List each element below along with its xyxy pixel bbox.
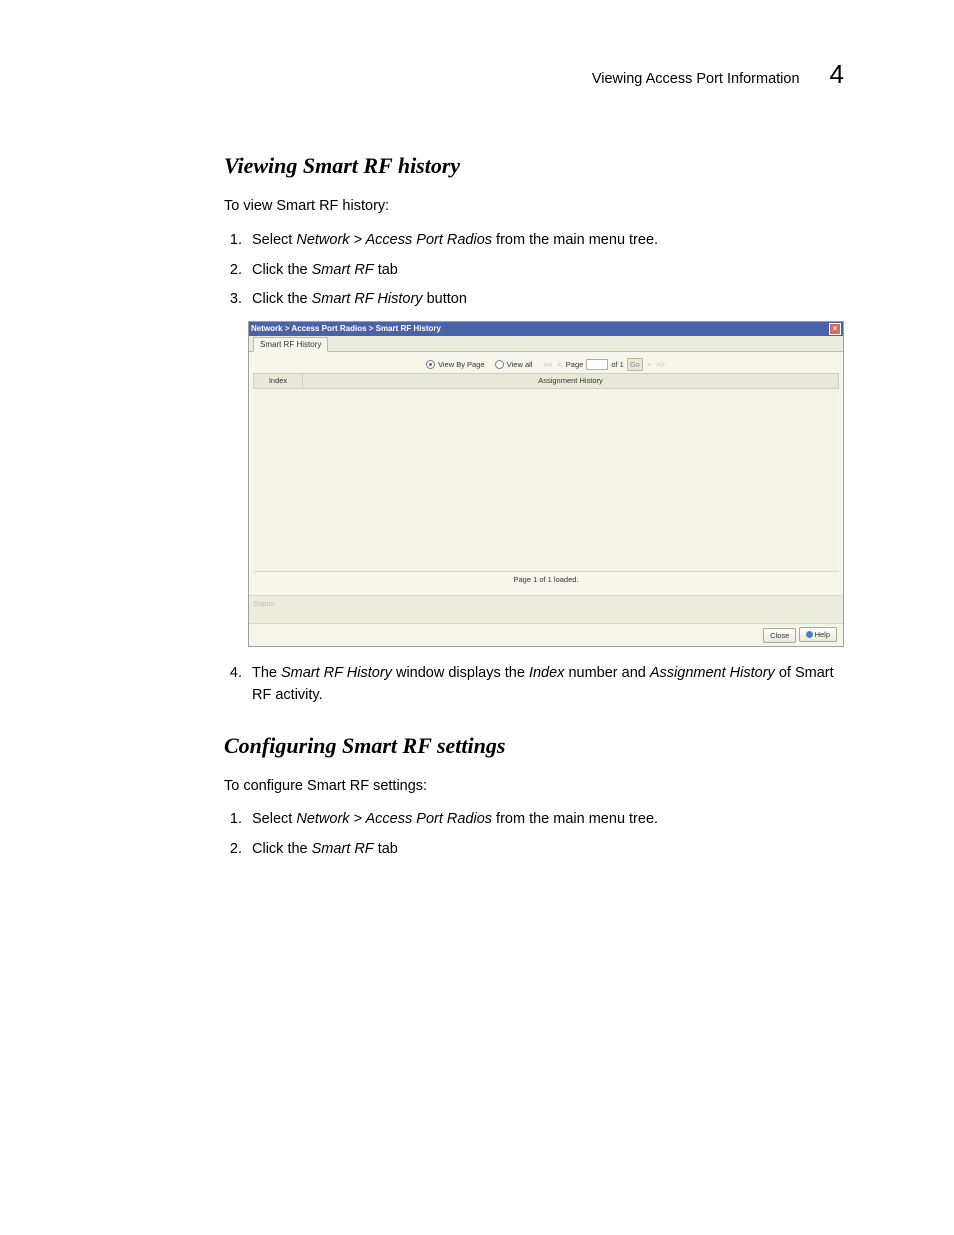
close-button[interactable]: Close — [763, 628, 796, 643]
col-header-assignment-history[interactable]: Assignment History — [303, 374, 839, 388]
step-1-4: The Smart RF History window displays the… — [246, 663, 854, 707]
header-title: Viewing Access Port Information — [592, 69, 800, 91]
help-icon — [806, 631, 813, 638]
tab-smart-rf-history[interactable]: Smart RF History — [253, 337, 328, 352]
section-heading-configuring: Configuring Smart RF settings — [224, 729, 854, 762]
page-label-b: of 1 — [611, 359, 624, 370]
chapter-number: 4 — [830, 55, 844, 94]
status-label: Status: — [253, 599, 276, 608]
lead-text-2: To configure Smart RF settings: — [224, 776, 854, 798]
window-titlebar: Network > Access Port Radios > Smart RF … — [249, 322, 843, 336]
step-1-1: Select Network > Access Port Radios from… — [246, 230, 854, 252]
pager-bar: View By Page View all << < Page of 1 Go … — [253, 354, 839, 373]
smart-rf-history-window: Network > Access Port Radios > Smart RF … — [248, 321, 844, 647]
window-footer: Close Help — [249, 623, 843, 646]
page-label-a: Page — [566, 359, 584, 370]
page-status: Page 1 of 1 loaded. — [253, 572, 839, 589]
table-empty-body — [254, 388, 839, 571]
breadcrumb: Network > Access Port Radios > Smart RF … — [251, 323, 441, 335]
section-heading-viewing: Viewing Smart RF history — [224, 149, 854, 182]
page-input[interactable] — [586, 359, 608, 370]
radio-view-all[interactable] — [495, 360, 504, 369]
last-page-icon[interactable]: >> — [655, 359, 666, 370]
tab-panel: View By Page View all << < Page of 1 Go … — [249, 352, 843, 595]
view-all-label: View all — [507, 359, 533, 370]
steps-list-1b: The Smart RF History window displays the… — [224, 663, 854, 707]
lead-text-1: To view Smart RF history: — [224, 196, 854, 218]
next-page-icon[interactable]: > — [646, 359, 652, 370]
steps-list-1: Select Network > Access Port Radios from… — [224, 230, 854, 311]
close-icon[interactable]: × — [829, 323, 841, 335]
col-header-index[interactable]: Index — [254, 374, 303, 388]
status-bar: Status: — [249, 595, 843, 623]
steps-list-2: Select Network > Access Port Radios from… — [224, 809, 854, 861]
history-table: Index Assignment History — [253, 373, 839, 571]
tab-row: Smart RF History — [249, 336, 843, 352]
step-1-3: Click the Smart RF History button — [246, 289, 854, 311]
first-page-icon[interactable]: << — [543, 359, 554, 370]
page-header: Viewing Access Port Information 4 — [100, 55, 854, 94]
prev-page-icon[interactable]: < — [556, 359, 562, 370]
step-2-2: Click the Smart RF tab — [246, 839, 854, 861]
help-button[interactable]: Help — [799, 627, 837, 642]
step-1-2: Click the Smart RF tab — [246, 260, 854, 282]
step-2-1: Select Network > Access Port Radios from… — [246, 809, 854, 831]
go-button[interactable]: Go — [627, 358, 643, 371]
radio-view-by-page[interactable] — [426, 360, 435, 369]
view-by-page-label: View By Page — [438, 359, 485, 370]
